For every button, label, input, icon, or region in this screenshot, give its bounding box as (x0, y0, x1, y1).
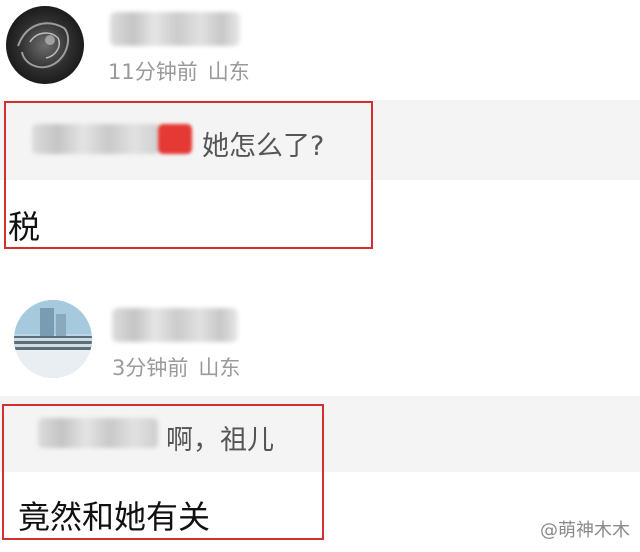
watermark: @萌神木木 (540, 520, 630, 541)
comment-2: 3分钟前 山东 啊，祖儿 竟然和她有关 (0, 0, 640, 552)
username-redacted[interactable] (112, 308, 238, 342)
comment-meta: 3分钟前 山东 (112, 352, 240, 382)
comment-location: 山东 (198, 356, 241, 380)
highlight-frame (2, 404, 324, 540)
user-avatar[interactable] (14, 300, 92, 378)
comment-time: 3分钟前 (112, 356, 189, 380)
